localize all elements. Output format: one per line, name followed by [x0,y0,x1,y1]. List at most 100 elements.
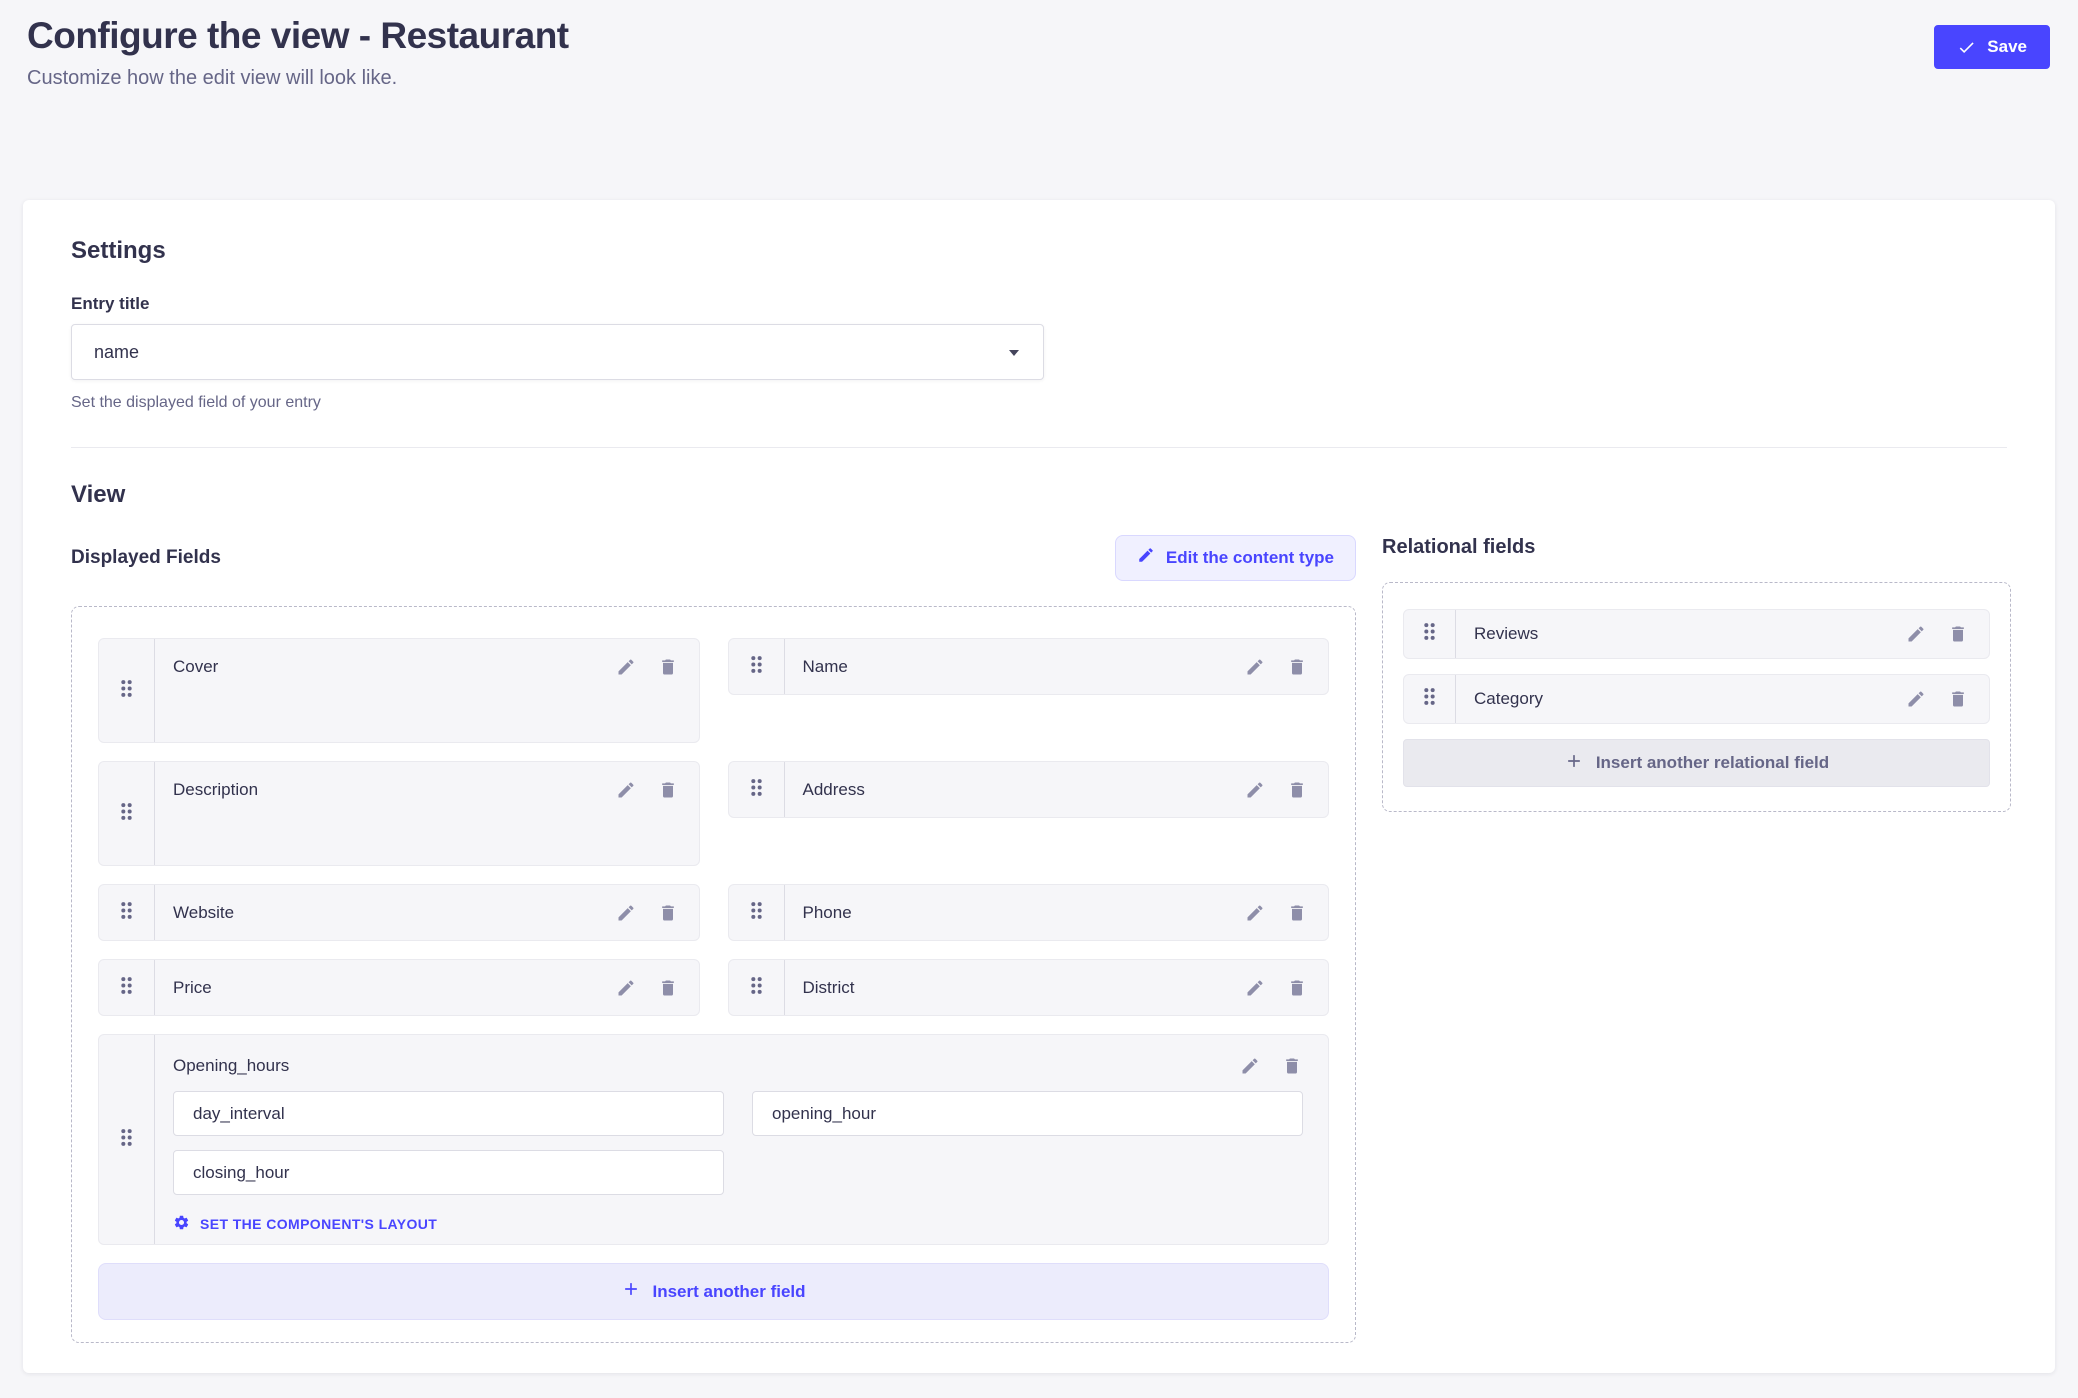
delete-field-button[interactable] [1286,779,1308,801]
field-content: Phone [785,885,1329,940]
relational-field-box-reviews[interactable]: Reviews [1403,609,1990,659]
delete-field-button[interactable] [657,902,679,924]
field-box-name[interactable]: Name [728,638,1330,695]
entry-title-select[interactable]: name [71,324,1044,380]
edit-field-button[interactable] [1905,688,1927,710]
drag-handle-icon [1423,687,1436,711]
field-label: District [803,978,1245,998]
edit-field-button[interactable] [1239,1055,1261,1077]
subfield-opening-hour[interactable]: opening_hour [752,1091,1303,1136]
edit-field-button[interactable] [615,779,637,801]
trash-icon [1282,1056,1302,1076]
drag-handle[interactable] [729,885,785,940]
view-columns: Displayed Fields Edit the content type C… [71,534,2007,1343]
field-row: Opening_hours day_interval opening_hour … [98,1034,1329,1245]
field-label: Price [173,978,615,998]
field-content: Website [155,885,699,940]
drag-handle[interactable] [1404,675,1456,723]
gear-icon [173,1214,190,1234]
delete-field-button[interactable] [657,977,679,999]
field-box-opening-hours[interactable]: Opening_hours day_interval opening_hour … [98,1034,1329,1245]
trash-icon [1948,689,1968,709]
field-label: Description [173,780,615,800]
edit-content-type-button[interactable]: Edit the content type [1115,535,1356,581]
field-box-district[interactable]: District [728,959,1330,1016]
drag-handle-icon [120,976,133,1000]
component-label: Opening_hours [173,1056,1239,1076]
relational-field-label: Reviews [1474,624,1905,644]
configure-view-page: { "header": { "title": "Configure the vi… [0,0,2078,1398]
insert-another-relational-field-button[interactable]: Insert another relational field [1403,739,1990,787]
edit-field-button[interactable] [615,902,637,924]
drag-handle[interactable] [729,960,785,1015]
pencil-icon [616,657,636,677]
field-row: Website Phone [98,884,1329,941]
pencil-icon [616,780,636,800]
delete-field-button[interactable] [657,656,679,678]
field-box-website[interactable]: Website [98,884,700,941]
drag-handle[interactable] [99,762,155,865]
trash-icon [658,780,678,800]
relational-fields-column: Relational fields Reviews [1382,534,2011,812]
plus-icon [1564,751,1584,776]
field-box-price[interactable]: Price [98,959,700,1016]
field-label: Name [803,657,1245,677]
drag-handle[interactable] [99,1035,155,1244]
relational-fields-drop-zone: Reviews Category [1382,582,2011,812]
drag-handle-icon [750,655,763,679]
edit-field-button[interactable] [615,656,637,678]
pencil-icon [1240,1056,1260,1076]
drag-handle[interactable] [99,639,155,742]
component-content: Opening_hours day_interval opening_hour … [155,1035,1328,1244]
delete-field-button[interactable] [1286,902,1308,924]
displayed-fields-drop-zone: Cover Name [71,606,1356,1343]
drag-handle[interactable] [729,639,785,694]
delete-field-button[interactable] [1947,623,1969,645]
edit-field-button[interactable] [615,977,637,999]
edit-field-button[interactable] [1244,656,1266,678]
relational-field-label: Category [1474,689,1905,709]
delete-field-button[interactable] [1281,1055,1303,1077]
edit-field-button[interactable] [1244,779,1266,801]
field-box-cover[interactable]: Cover [98,638,700,743]
page-title: Configure the view - Restaurant [27,12,2050,60]
pencil-icon [1906,624,1926,644]
displayed-fields-column: Displayed Fields Edit the content type C… [71,534,1356,1343]
delete-field-button[interactable] [1947,688,1969,710]
field-content: Cover [155,639,699,694]
insert-another-field-button[interactable]: Insert another field [98,1263,1329,1320]
drag-handle[interactable] [99,960,155,1015]
edit-field-button[interactable] [1244,977,1266,999]
field-content: Reviews [1456,610,1989,658]
delete-field-button[interactable] [1286,656,1308,678]
subfield-closing-hour[interactable]: closing_hour [173,1150,724,1195]
pencil-icon [616,978,636,998]
field-label: Address [803,780,1245,800]
field-content: Address [785,762,1329,817]
field-box-description[interactable]: Description [98,761,700,866]
field-box-phone[interactable]: Phone [728,884,1330,941]
set-component-layout-link[interactable]: SET THE COMPONENT'S LAYOUT [173,1214,437,1234]
drag-handle-icon [1423,622,1436,646]
trash-icon [658,978,678,998]
trash-icon [658,657,678,677]
delete-field-button[interactable] [657,779,679,801]
delete-field-button[interactable] [1286,977,1308,999]
field-row: Description Address [98,761,1329,866]
component-subfield-row: closing_hour [173,1150,1303,1195]
drag-handle[interactable] [99,885,155,940]
relational-field-box-category[interactable]: Category [1403,674,1990,724]
save-button[interactable]: Save [1934,25,2050,69]
drag-handle-icon [750,778,763,802]
edit-field-button[interactable] [1244,902,1266,924]
drag-handle[interactable] [729,762,785,817]
edit-field-button[interactable] [1905,623,1927,645]
insert-another-field-label: Insert another field [652,1282,805,1302]
field-content: Category [1456,675,1989,723]
subfield-day-interval[interactable]: day_interval [173,1091,724,1136]
field-box-address[interactable]: Address [728,761,1330,818]
trash-icon [1287,780,1307,800]
drag-handle-icon [750,901,763,925]
drag-handle[interactable] [1404,610,1456,658]
pencil-icon [1906,689,1926,709]
